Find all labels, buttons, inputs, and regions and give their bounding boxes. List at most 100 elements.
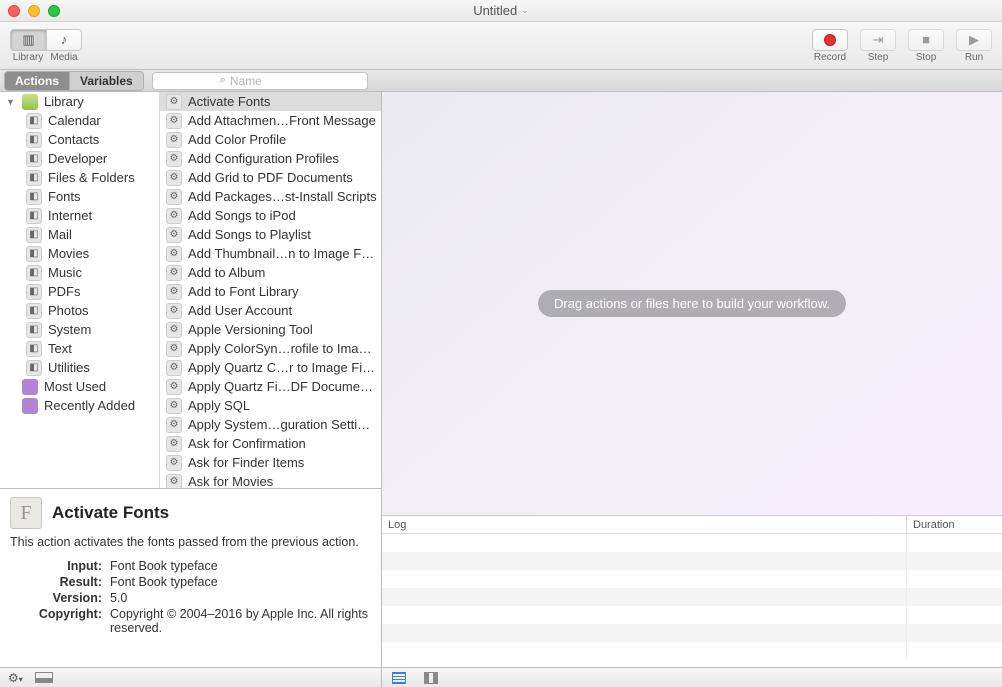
action-item[interactable]: ⚙Apply System…guration Settings: [160, 415, 381, 434]
view-list-button[interactable]: [392, 672, 406, 684]
action-label: Apply Quartz Fi…DF Documents: [188, 379, 377, 394]
action-item[interactable]: ⚙Ask for Finder Items: [160, 453, 381, 472]
duration-column-header[interactable]: Duration: [906, 516, 1002, 533]
workflow-footer: [382, 667, 1002, 687]
action-item[interactable]: ⚙ Apply Quartz Fi…DF Documents: [160, 377, 381, 396]
action-item[interactable]: ⚙ Ask for Confirmation: [160, 434, 381, 453]
action-icon: ⚙: [166, 379, 182, 395]
search-field[interactable]: ⌕: [152, 72, 368, 90]
category-item[interactable]: ◧Movies: [0, 244, 159, 263]
run-button[interactable]: ▶: [956, 29, 992, 51]
action-item[interactable]: ⚙Apply SQL: [160, 396, 381, 415]
category-smart-item[interactable]: Most Used: [0, 377, 159, 396]
step-button[interactable]: ⇥: [860, 29, 896, 51]
log-row: [382, 588, 1002, 606]
stop-button[interactable]: ■: [908, 29, 944, 51]
action-item[interactable]: ⚙ Add Configuration Profiles: [160, 149, 381, 168]
category-icon: ◧: [26, 284, 42, 300]
action-item[interactable]: ⚙ Activate Fonts: [160, 92, 381, 111]
action-item[interactable]: ⚙Add to Album: [160, 263, 381, 282]
category-item[interactable]: ◧Utilities: [0, 358, 159, 377]
workflow-canvas[interactable]: Drag actions or files here to build your…: [382, 92, 1002, 515]
category-icon: ◧: [26, 208, 42, 224]
meta-value: Font Book typeface: [110, 575, 371, 589]
actions-tab[interactable]: Actions: [4, 71, 70, 91]
category-label: Text: [48, 341, 72, 356]
category-item[interactable]: ◧Photos: [0, 301, 159, 320]
action-item[interactable]: ⚙Apply ColorSyn…rofile to Images: [160, 339, 381, 358]
category-item[interactable]: ◧Music: [0, 263, 159, 282]
library-toggle[interactable]: ▥: [10, 29, 46, 51]
library-icon: [22, 94, 38, 110]
log-column-header[interactable]: Log: [382, 516, 906, 533]
action-label: Add Configuration Profiles: [188, 151, 339, 166]
action-item[interactable]: ⚙Ask for Movies: [160, 472, 381, 488]
action-label: Add Thumbnail…n to Image Files: [188, 246, 377, 261]
category-item[interactable]: ◧ Text: [0, 339, 159, 358]
window-zoom-button[interactable]: [48, 5, 60, 17]
category-icon: ◧: [26, 360, 42, 376]
category-label: Contacts: [48, 132, 99, 147]
category-label: Mail: [48, 227, 72, 242]
category-root[interactable]: ▼Library: [0, 92, 159, 111]
category-label: Music: [48, 265, 82, 280]
window-titlebar: Untitled ⌄: [0, 0, 1002, 22]
category-label: PDFs: [48, 284, 81, 299]
action-icon: ⚙: [166, 436, 182, 452]
action-icon: ⚙: [166, 151, 182, 167]
category-item[interactable]: ◧Developer: [0, 149, 159, 168]
toolbar-label: Record: [814, 52, 846, 63]
action-icon: ⚙: [166, 94, 182, 110]
view-flow-button[interactable]: [424, 672, 438, 684]
category-item[interactable]: ◧System: [0, 320, 159, 339]
action-item[interactable]: ⚙Add Songs to iPod: [160, 206, 381, 225]
action-item[interactable]: ⚙Add Grid to PDF Documents: [160, 168, 381, 187]
action-item[interactable]: ⚙Add to Font Library: [160, 282, 381, 301]
action-item[interactable]: ⚙ Add Thumbnail…n to Image Files: [160, 244, 381, 263]
action-item[interactable]: ⚙Apple Versioning Tool: [160, 320, 381, 339]
action-label: Apply Quartz C…r to Image Files: [188, 360, 377, 375]
action-item[interactable]: ⚙Add Packages…st-Install Scripts: [160, 187, 381, 206]
settings-menu[interactable]: ⚙︎▾: [8, 671, 23, 685]
action-icon: ⚙: [166, 170, 182, 186]
variables-tab[interactable]: Variables: [70, 71, 144, 91]
action-label: Ask for Confirmation: [188, 436, 306, 451]
action-description-title: Activate Fonts: [52, 503, 169, 523]
category-list[interactable]: ▼Library◧Calendar◧Contacts◧Developer◧Fil…: [0, 92, 160, 488]
category-item[interactable]: ◧Calendar: [0, 111, 159, 130]
search-input[interactable]: [230, 74, 300, 88]
meta-value: Font Book typeface: [110, 559, 371, 573]
window-close-button[interactable]: [8, 5, 20, 17]
action-item[interactable]: ⚙Add Attachmen…Front Message: [160, 111, 381, 130]
action-label: Add Packages…st-Install Scripts: [188, 189, 377, 204]
category-item[interactable]: ◧Contacts: [0, 130, 159, 149]
action-item[interactable]: ⚙Add Color Profile: [160, 130, 381, 149]
category-item[interactable]: ◧Internet: [0, 206, 159, 225]
smart-folder-icon: [22, 398, 38, 414]
action-icon: ⚙: [166, 322, 182, 338]
action-label: Apply ColorSyn…rofile to Images: [188, 341, 377, 356]
action-item[interactable]: ⚙Add Songs to Playlist: [160, 225, 381, 244]
category-label: Movies: [48, 246, 89, 261]
category-item[interactable]: ◧Files & Folders: [0, 168, 159, 187]
action-icon: ⚙: [166, 113, 182, 129]
record-button[interactable]: [812, 29, 848, 51]
action-label: Activate Fonts: [188, 94, 270, 109]
toolbar-label: Stop: [916, 52, 937, 63]
category-icon: ◧: [26, 151, 42, 167]
category-item[interactable]: ◧Fonts: [0, 187, 159, 206]
category-icon: ◧: [26, 341, 42, 357]
category-smart-item[interactable]: Recently Added: [0, 396, 159, 415]
action-icon: ⚙: [166, 246, 182, 262]
window-minimize-button[interactable]: [28, 5, 40, 17]
meta-key: Version:: [10, 591, 110, 605]
action-item[interactable]: ⚙Apply Quartz C…r to Image Files: [160, 358, 381, 377]
category-item[interactable]: ◧ PDFs: [0, 282, 159, 301]
category-item[interactable]: ◧Mail: [0, 225, 159, 244]
show-hide-description[interactable]: [35, 672, 53, 683]
action-label: Add to Font Library: [188, 284, 299, 299]
media-toggle[interactable]: ♪: [46, 29, 82, 51]
meta-value: 5.0: [110, 591, 371, 605]
action-item[interactable]: ⚙Add User Account: [160, 301, 381, 320]
action-list[interactable]: ⚙ Activate Fonts ⚙Add Attachmen…Front Mess…: [160, 92, 381, 488]
